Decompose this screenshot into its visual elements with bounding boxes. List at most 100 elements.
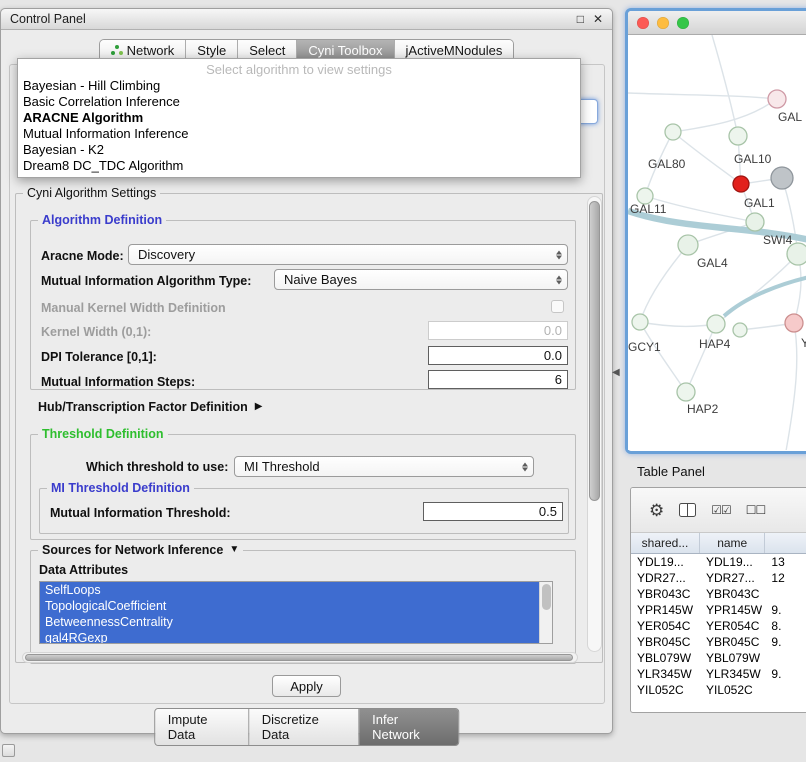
table-cell: YBL079W	[631, 650, 700, 666]
dropdown-item-dream8-dc-tdc-algorithm[interactable]: Dream8 DC_TDC Algorithm	[18, 158, 580, 174]
mi-steps-input[interactable]: 6	[428, 370, 568, 389]
mi-algorithm-type-value: Naive Bayes	[284, 272, 357, 287]
mi-algorithm-type-select[interactable]: Naive Bayes	[274, 269, 568, 290]
table-row[interactable]: YLR345WYLR345W9.	[631, 666, 806, 682]
network-node[interactable]	[632, 314, 648, 330]
table-row[interactable]: YIL052CYIL052C	[631, 682, 806, 698]
dpi-tolerance-input[interactable]: 0.0	[428, 346, 568, 365]
kernel-width-input[interactable]: 0.0	[428, 321, 568, 340]
network-node[interactable]	[677, 383, 695, 401]
group-title: Sources for Network Inference ▼	[38, 543, 243, 557]
gear-icon[interactable]: ⚙	[649, 502, 664, 519]
network-view-window: GALGAL80GAL10GAL11GAL1SWI4GAL4GCY1HAP4YH…	[625, 8, 806, 454]
table-cell: 9.	[765, 602, 806, 618]
threshold-type-select[interactable]: MI Threshold	[234, 456, 534, 477]
table-cell: 13	[765, 554, 806, 570]
sources-title: Sources for Network Inference	[42, 543, 223, 557]
bottom-tab-impute-data[interactable]: Impute Data	[155, 709, 248, 745]
table-row[interactable]: YER054CYER054C8.	[631, 618, 806, 634]
tab-label: Cyni Toolbox	[308, 43, 382, 58]
bottom-tab-discretize-data[interactable]: Discretize Data	[248, 709, 358, 745]
apply-button[interactable]: Apply	[272, 675, 341, 697]
scrollbar-thumb[interactable]	[589, 201, 600, 501]
table-cell: YDR27...	[700, 570, 765, 586]
table-cell: YPR145W	[631, 602, 700, 618]
list-item-gal4rgexp[interactable]: gal4RGexp	[40, 630, 539, 644]
network-node[interactable]	[785, 314, 803, 332]
float-window-icon[interactable]: □	[577, 12, 584, 26]
close-icon[interactable]: ✕	[593, 12, 603, 26]
columns-icon[interactable]	[679, 503, 696, 517]
group-title: Cyni Algorithm Settings	[23, 186, 160, 200]
table-cell: YIL052C	[700, 682, 765, 698]
table-cell: YIL052C	[631, 682, 700, 698]
panel-collapse-handle[interactable]: ◀	[612, 367, 620, 378]
close-button[interactable]	[637, 17, 649, 29]
expand-down-icon[interactable]: ▼	[229, 545, 239, 555]
table-row[interactable]: YBR045CYBR045C9.	[631, 634, 806, 650]
network-node[interactable]	[665, 124, 681, 140]
aracne-mode-select[interactable]: Discovery	[128, 244, 568, 265]
dropdown-item-bayesian-k2[interactable]: Bayesian - K2	[18, 142, 580, 158]
panel-grip-icon[interactable]	[2, 744, 15, 757]
table-row[interactable]: YBR043CYBR043C	[631, 586, 806, 602]
network-node[interactable]	[707, 315, 725, 333]
network-node[interactable]	[768, 90, 786, 108]
table-cell: YDL19...	[700, 554, 765, 570]
node-label: SWI4	[763, 233, 793, 247]
zoom-button[interactable]	[677, 17, 689, 29]
settings-scrollbar[interactable]	[587, 196, 602, 652]
dropdown-item-mutual-information-inference[interactable]: Mutual Information Inference	[18, 126, 580, 142]
table-row[interactable]: YPR145WYPR145W9.	[631, 602, 806, 618]
table-cell: YBL079W	[700, 650, 765, 666]
network-canvas[interactable]: GALGAL80GAL10GAL11GAL1SWI4GAL4GCY1HAP4YH…	[628, 35, 806, 450]
settings-horizontal-scrollbar[interactable]	[22, 652, 578, 663]
hub-definition-toggle[interactable]: Hub/Transcription Factor Definition ▶	[38, 400, 262, 414]
network-node[interactable]	[733, 176, 749, 192]
table-cell: YBR045C	[700, 634, 765, 650]
mi-threshold-input[interactable]: 0.5	[423, 502, 563, 521]
scrollbar-thumb[interactable]	[25, 654, 573, 661]
network-node[interactable]	[771, 167, 793, 189]
bottom-tab-infer-network[interactable]: Infer Network	[358, 709, 458, 745]
node-label: HAP2	[687, 402, 719, 416]
list-item-selfloops[interactable]: SelfLoops	[40, 582, 539, 598]
network-node[interactable]	[729, 127, 747, 145]
minimize-button[interactable]	[657, 17, 669, 29]
table-row[interactable]: YBL079WYBL079W	[631, 650, 806, 666]
network-node[interactable]	[733, 323, 747, 337]
traffic-lights	[637, 17, 689, 29]
combo-arrows-icon	[522, 462, 528, 471]
list-item-betweennesscentrality[interactable]: BetweennessCentrality	[40, 614, 539, 630]
column-header-shared[interactable]: shared...	[631, 533, 700, 553]
algorithm-dropdown-list: Select algorithm to view settings Bayesi…	[17, 58, 581, 178]
dropdown-item-aracne-algorithm[interactable]: ARACNE Algorithm	[18, 110, 580, 126]
table-row[interactable]: YDR27...YDR27...12	[631, 570, 806, 586]
node-label: GAL	[778, 110, 802, 124]
list-scrollbar[interactable]	[539, 582, 552, 643]
dropdown-item-bayesian-hill-climbing[interactable]: Bayesian - Hill Climbing	[18, 78, 580, 94]
threshold-type-label: Which threshold to use:	[86, 460, 228, 474]
table-row[interactable]: YDL19...YDL19...13	[631, 554, 806, 570]
network-icon	[111, 45, 122, 56]
network-node[interactable]	[746, 213, 764, 231]
table-cell	[765, 682, 806, 698]
deselect-all-icon[interactable]: ☐☐	[746, 503, 766, 517]
table-cell: YDR27...	[631, 570, 700, 586]
network-node[interactable]	[678, 235, 698, 255]
combo-arrows-icon	[556, 250, 562, 259]
table-cell: 9.	[765, 666, 806, 682]
dropdown-item-basic-correlation-inference[interactable]: Basic Correlation Inference	[18, 94, 580, 110]
manual-kernel-width-checkbox[interactable]	[551, 300, 564, 313]
node-label: GAL80	[648, 157, 686, 171]
column-header-name[interactable]: name	[700, 533, 765, 553]
table-header-row: shared...name	[631, 533, 806, 554]
data-attributes-list[interactable]: SelfLoopsTopologicalCoefficientBetweenne…	[39, 581, 553, 644]
table-cell: YBR045C	[631, 634, 700, 650]
select-all-icon[interactable]: ☑☑	[711, 503, 731, 517]
table-cell: YLR345W	[631, 666, 700, 682]
column-header-col2[interactable]	[765, 533, 806, 553]
algorithm-select-fragment[interactable]	[578, 99, 598, 124]
list-item-topologicalcoefficient[interactable]: TopologicalCoefficient	[40, 598, 539, 614]
scrollbar-thumb[interactable]	[542, 584, 551, 610]
